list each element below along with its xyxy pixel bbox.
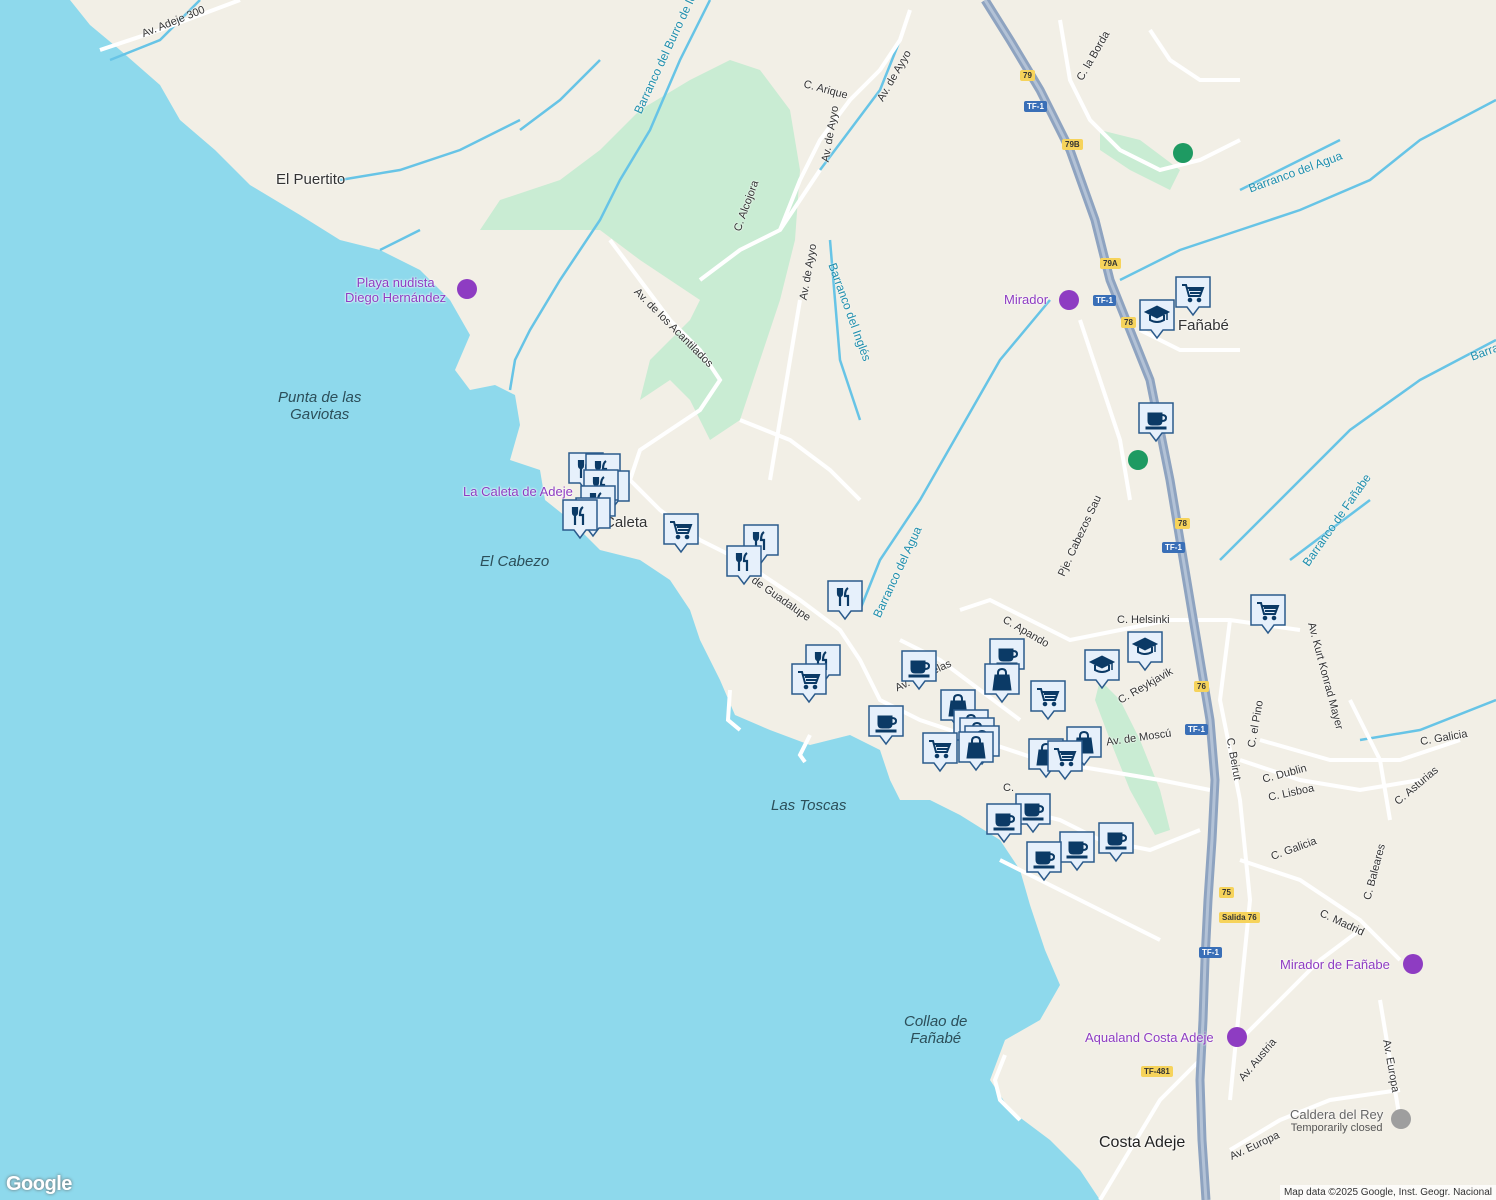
map-marker[interactable] — [1058, 830, 1096, 872]
coffee-icon — [1033, 851, 1056, 869]
map-marker[interactable] — [983, 662, 1021, 704]
coffee-icon — [993, 813, 1016, 831]
map-attribution[interactable]: Map data ©2025 Google, Inst. Geogr. Naci… — [1279, 1185, 1496, 1200]
coffee-icon — [908, 660, 931, 678]
map-marker[interactable] — [790, 662, 828, 704]
map-marker[interactable] — [1025, 840, 1063, 882]
map-marker[interactable] — [1249, 593, 1287, 635]
coffee-icon — [1022, 803, 1045, 821]
map-marker[interactable] — [725, 544, 763, 586]
camera-icon[interactable] — [457, 279, 477, 299]
route-shield: TF-1 — [1199, 947, 1222, 958]
route-shield: 78 — [1175, 518, 1190, 529]
transit-icon[interactable] — [1173, 143, 1193, 163]
coffee-icon — [1105, 832, 1128, 850]
water-park-icon[interactable] — [1227, 1027, 1247, 1047]
transit-icon[interactable] — [1128, 450, 1148, 470]
map-marker[interactable] — [1126, 630, 1164, 672]
map-marker[interactable] — [1138, 298, 1176, 340]
pin-icon[interactable] — [1391, 1109, 1411, 1129]
map-marker[interactable] — [826, 579, 864, 621]
route-shield: TF-1 — [1093, 295, 1116, 306]
route-shield: 75 — [1219, 887, 1234, 898]
coffee-icon — [1066, 841, 1089, 859]
route-shield: 76 — [1194, 681, 1209, 692]
map-marker[interactable] — [662, 512, 700, 554]
map-marker[interactable] — [1046, 739, 1084, 781]
route-shield: TF-1 — [1185, 724, 1208, 735]
route-shield: 79 — [1020, 70, 1035, 81]
route-shield: 79A — [1100, 258, 1121, 269]
map-marker[interactable] — [1137, 401, 1175, 443]
map-marker[interactable] — [985, 802, 1023, 844]
route-shield: Salida 76 — [1219, 912, 1260, 923]
map-marker[interactable] — [1029, 679, 1067, 721]
map-marker[interactable] — [1174, 275, 1212, 317]
map-marker[interactable] — [900, 649, 938, 691]
map-marker[interactable] — [561, 498, 599, 540]
camera-icon[interactable] — [1059, 290, 1079, 310]
google-logo[interactable]: Google — [6, 1173, 72, 1196]
route-shield: 79B — [1062, 139, 1083, 150]
map-marker[interactable] — [1083, 648, 1121, 690]
route-shield: 78 — [1121, 317, 1136, 328]
map-marker[interactable] — [1097, 821, 1135, 863]
route-shield: TF-481 — [1141, 1066, 1173, 1077]
map-canvas[interactable]: El Puertito Punta de las Gaviotas El Cab… — [0, 0, 1496, 1200]
route-shield: TF-1 — [1162, 542, 1185, 553]
coffee-icon — [1145, 412, 1168, 430]
map-marker[interactable] — [921, 731, 959, 773]
map-marker[interactable] — [957, 730, 995, 772]
coffee-icon — [875, 715, 898, 733]
route-shield: TF-1 — [1024, 101, 1047, 112]
map-marker[interactable] — [867, 704, 905, 746]
camera-icon[interactable] — [1403, 954, 1423, 974]
